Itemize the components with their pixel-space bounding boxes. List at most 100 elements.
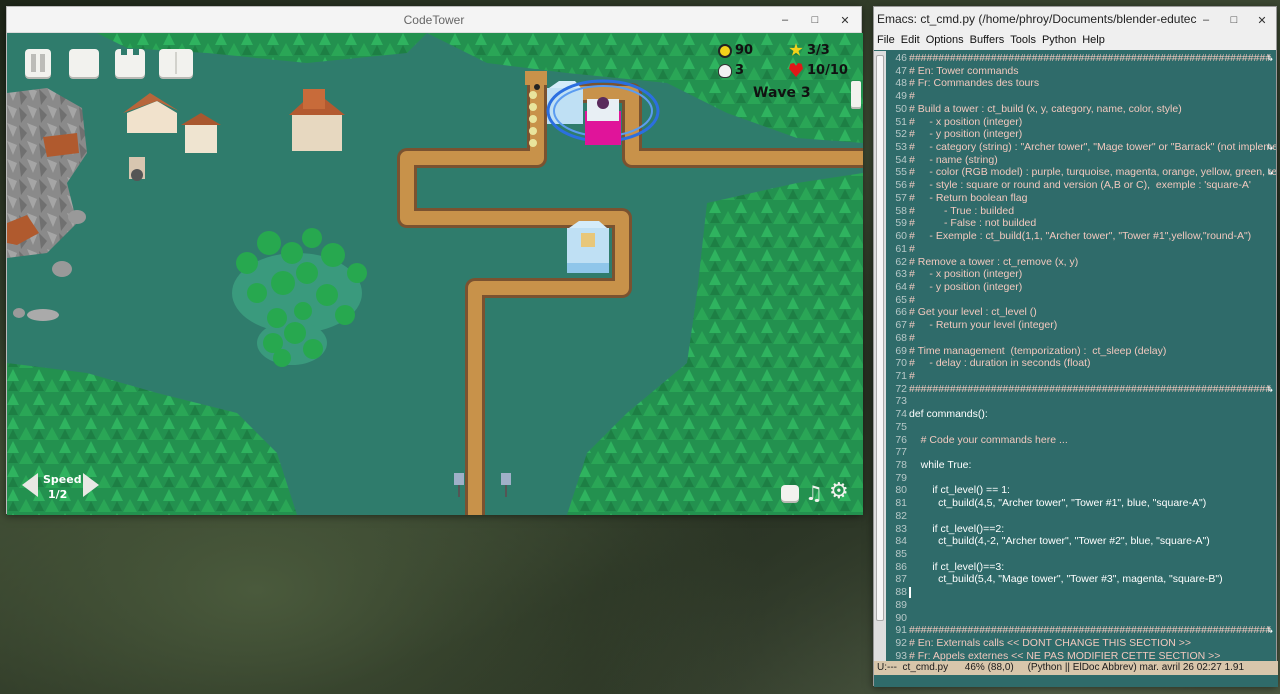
code-line[interactable]: 67 # - Return your level (integer) [892,319,1276,332]
code-line[interactable]: 52 # - y position (integer) [892,128,1276,141]
line-text: # - x position (integer) [909,268,1023,281]
line-text: # - True : builded [909,204,1015,217]
code-line[interactable]: 70 # - delay : duration in seconds (float… [892,357,1276,370]
code-line[interactable]: 68 # [892,332,1276,345]
code-line[interactable]: 57 # - Return boolean flag [892,192,1276,205]
code-line[interactable]: 91 ######################################… [892,624,1276,637]
line-text: # Get your level : ct_level () [909,306,1037,319]
code-line[interactable]: 86 if ct_level()==3: [892,561,1276,574]
code-line[interactable]: 71 # [892,370,1276,383]
code-line[interactable]: 66 # Get your level : ct_level () [892,306,1276,319]
code-line[interactable]: 85 [892,548,1276,561]
line-text: # [909,331,915,344]
emacs-minimize-button[interactable]: – [1198,14,1214,26]
code-line[interactable]: 46 ######################################… [892,52,1276,65]
minimize-button[interactable]: – [777,14,793,26]
line-text: # - Exemple : ct_build(1,1, "Archer towe… [909,230,1252,243]
camera-button[interactable] [781,485,799,501]
code-line[interactable]: 73 [892,395,1276,408]
menu-buffers[interactable]: Buffers [970,34,1005,46]
emacs-menubar: File Edit Options Buffers Tools Python H… [874,30,1276,50]
code-line[interactable]: 61 # [892,243,1276,256]
music-button[interactable]: ♫ [805,483,823,503]
editor-scrollbar[interactable] [874,51,886,661]
tower-archer-2 [547,81,583,124]
line-text: # - color (RGB model) : purple, turquois… [909,166,1276,179]
code-line[interactable]: 92 # En: Externals calls << DONT CHANGE T… [892,637,1276,650]
code-line[interactable]: 63 # - x position (integer) [892,268,1276,281]
code-line[interactable]: 83 if ct_level()==2: [892,523,1276,536]
emacs-window: Emacs: ct_cmd.py (/home/phroy/Documents/… [873,6,1278,687]
menu-file[interactable]: File [877,34,895,46]
code-line[interactable]: 48 # Fr: Commandes des tours [892,77,1276,90]
code-line[interactable]: 72 ######################################… [892,383,1276,396]
code-line[interactable]: 65 # [892,294,1276,307]
code-line[interactable]: 77 [892,446,1276,459]
code-line[interactable]: 62 # Remove a tower : ct_remove (x, y) [892,256,1276,269]
stop-button[interactable] [69,49,99,77]
line-text: while True: [909,459,972,471]
minibuffer[interactable] [874,675,1278,687]
settings-button[interactable]: ⚙ [829,481,849,503]
code-line[interactable]: 64 # - y position (integer) [892,281,1276,294]
line-number: 83 [895,522,907,535]
code-line[interactable]: 51 # - x position (integer) [892,116,1276,129]
code-line[interactable]: 76 # Code your commands here ... [892,434,1276,447]
code-line[interactable]: 79 [892,472,1276,485]
code-line[interactable]: 88 [892,586,1276,599]
menu-edit[interactable]: Edit [901,34,920,46]
code-line[interactable]: 78 while True: [892,459,1276,472]
tower-menu-button[interactable] [115,49,145,77]
code-line[interactable]: 75 [892,421,1276,434]
book-button[interactable] [159,49,193,77]
code-line[interactable]: 47 # En: Tower commands [892,65,1276,78]
line-number: 84 [895,535,907,548]
code-line[interactable]: 90 [892,612,1276,625]
menu-options[interactable]: Options [926,34,964,46]
code-line[interactable]: 49 # [892,90,1276,103]
code-line[interactable]: 81 ct_build(4,5, "Archer tower", "Tower … [892,497,1276,510]
game-viewport[interactable]: 90 3/3 3 10/10 Wave 3 Speed 1/2 ♫ ⚙ [7,33,863,515]
code-line[interactable]: 82 [892,510,1276,523]
maximize-button[interactable]: □ [807,14,823,26]
game-map[interactable] [7,33,863,515]
code-line[interactable]: 80 if ct_level() == 1: [892,484,1276,497]
line-number: 54 [895,153,907,166]
speed-increase-button[interactable] [83,473,99,497]
menu-python[interactable]: Python [1042,34,1076,46]
code-lines[interactable]: 46 ######################################… [892,52,1276,663]
emacs-close-button[interactable]: ✕ [1254,14,1270,27]
code-editor[interactable]: 46 ######################################… [874,51,1278,663]
code-line[interactable]: 87 ct_build(5,4, "Mage tower", "Tower #3… [892,573,1276,586]
line-number: 46 [895,52,907,64]
code-line[interactable]: 59 # - False : not builded [892,217,1276,230]
speed-decrease-button[interactable] [22,473,38,497]
code-line[interactable]: 55 # - color (RGB model) : purple, turquo… [892,166,1276,179]
side-panel-toggle[interactable] [851,81,861,107]
close-button[interactable]: ✕ [837,14,853,27]
line-number: 62 [895,255,907,268]
code-line[interactable]: 60 # - Exemple : ct_build(1,1, "Archer to… [892,230,1276,243]
line-number: 74 [895,408,907,421]
line-text: # - category (string) : "Archer tower", … [909,141,1276,154]
speed-value: 1/2 [48,488,68,501]
code-line[interactable]: 53 # - category (string) : "Archer tower"… [892,141,1276,154]
code-line[interactable]: 50 # Build a tower : ct_build (x, y, cate… [892,103,1276,116]
code-line[interactable]: 89 [892,599,1276,612]
code-line[interactable]: 56 # - style : square or round and versio… [892,179,1276,192]
menu-tools[interactable]: Tools [1010,34,1036,46]
code-line[interactable]: 58 # - True : builded [892,205,1276,218]
line-number: 60 [895,230,907,243]
pause-button[interactable] [25,49,51,77]
code-line[interactable]: 54 # - name (string) [892,154,1276,167]
game-titlebar: CodeTower – □ ✕ [7,7,861,33]
emacs-maximize-button[interactable]: □ [1226,14,1242,26]
line-number: 59 [895,217,907,230]
line-number: 82 [895,509,907,522]
line-number: 85 [895,548,907,561]
menu-help[interactable]: Help [1082,34,1105,46]
code-line[interactable]: 69 # Time management (temporization) : ct… [892,345,1276,358]
code-line[interactable]: 84 ct_build(4,-2, "Archer tower", "Tower… [892,535,1276,548]
code-line[interactable]: 74 def commands(): [892,408,1276,421]
scrollbar-thumb[interactable] [876,55,884,621]
